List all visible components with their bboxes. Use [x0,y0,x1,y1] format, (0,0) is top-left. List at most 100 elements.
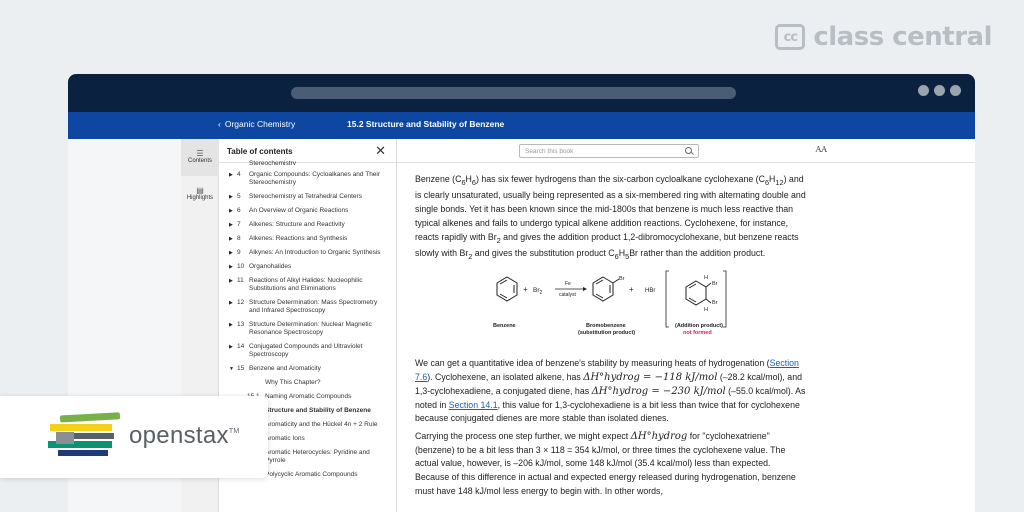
openstax-wordmark: openstaxTM [129,422,240,449]
reader-toolbar: Search this book AA [397,139,975,163]
chapter-number: 13 [237,321,245,328]
section-title: Aromatic Heterocycles: Pyridine and Pyrr… [265,449,370,464]
toc-chapter-item[interactable]: ▶ 7 Alkenes: Structure and Reactivity [229,221,396,229]
catalyst-top: Fe [565,281,571,287]
search-icon[interactable] [685,147,692,154]
chapter-number: 6 [237,207,241,214]
chevron-left-icon: ‹ [218,119,221,129]
toc-chapter-item[interactable]: ▶ 13 Structure Determination: Nuclear Magn… [229,321,396,337]
reagent-label: Br2 [533,287,543,296]
substitution-label: (substitution product) [578,330,635,336]
not-formed-label: not formed [683,330,712,336]
hydrogen-label: H [704,275,708,281]
toc-chapter-item[interactable]: ▶ 10 Organohalides [229,263,396,271]
article-body: Benzene (C6H6) has six fewer hydrogens t… [415,173,807,503]
highlights-button[interactable]: ▤ Highlights [181,176,219,213]
caret-down-icon: ▼ [229,366,234,372]
section-number [247,379,265,387]
section-link[interactable]: Section 14.1 [449,400,498,410]
section-title: Aromatic Ions [265,435,305,442]
hydrogen-label: H [704,307,708,313]
section-title: 15.2 Structure and Stability of Benzene [347,119,505,129]
caret-right-icon: ▶ [229,250,233,256]
back-to-book-link[interactable]: ‹ Organic Chemistry [218,119,295,129]
book-navbar: ‹ Organic Chemistry 15.2 Structure and S… [68,112,975,139]
toc-chapter-item[interactable]: ▶ 9 Alkynes: An Introduction to Organic Sy… [229,249,396,257]
class-central-logo: cc class central [775,22,992,52]
chapter-number: 4 [237,171,241,178]
equation: ΔH°hydrog [630,430,688,442]
search-input[interactable]: Search this book [519,144,699,158]
caret-right-icon: ▶ [229,278,233,284]
reader-pane: Search this book AA Benzene (C6H6) has s… [397,139,975,512]
dibromocyclohexane-structure [685,280,712,307]
caret-right-icon: ▶ [229,222,233,228]
caret-right-icon: ▶ [229,300,233,306]
caret-right-icon: ▶ [229,172,233,178]
caret-right-icon: ▶ [229,264,233,270]
toc-chapter-item[interactable]: ▶ 14 Conjugated Compounds and Ultraviolet … [229,343,396,359]
toc-chapter-item[interactable]: ▶ 6 An Overview of Organic Reactions [229,207,396,215]
equation: ΔH°hydrog = −118 kJ/mol [583,372,718,384]
paragraph: We can get a quantitative idea of benzen… [415,358,806,424]
plus-sign: + [629,285,634,294]
bromobenzene-label: Bromobenzene [586,323,626,329]
chapter-number: 11 [237,277,244,284]
chapter-title: Organic Compounds: Cycloalkanes and Thei… [249,171,381,186]
section-title: Aromaticity and the Hückel 4n + 2 Rule [265,421,378,428]
paragraph: Carrying the process one step further, w… [415,430,796,496]
class-central-wordmark: class central [813,22,992,52]
highlights-icon: ▤ [196,186,204,195]
section-title: Naming Aromatic Compounds [265,393,352,400]
section-title: Structure and Stability of Benzene [265,407,371,414]
reaction-figure: + Br2 Fe catalyst Br + HBr H H Br Br Ben… [415,269,807,349]
browser-titlebar [68,74,975,112]
list-icon: ☰ [196,149,204,158]
window-controls [918,85,961,96]
plus-sign: + [523,285,528,294]
toc-chapter-item[interactable]: ▼ 15 Benzene and Aromaticity [229,365,396,373]
caret-right-icon: ▶ [229,236,233,242]
font-size-button[interactable]: AA [815,145,827,154]
toc-section-item[interactable]: Why This Chapter? [229,379,396,387]
chapter-number: 7 [237,221,241,228]
caret-right-icon: ▶ [229,322,233,328]
chapter-title: Benzene and Aromaticity [249,365,321,372]
equation: ΔH°hydrog = −230 kJ/mol [591,385,726,397]
toc-chapter-item[interactable]: ▶ 5 Stereochemistry at Tetrahedral Centers [229,193,396,201]
class-central-mark: cc [775,24,806,50]
highlights-label: Highlights [186,195,214,201]
window-control-dot-icon[interactable] [918,85,929,96]
chapter-title: Alkenes: Reactions and Synthesis [249,235,348,242]
chapter-number: 14 [237,343,245,350]
toc-item[interactable]: Stereochemistry [229,160,396,165]
chapter-title: An Overview of Organic Reactions [249,207,349,214]
chapter-title: Structure Determination: Nuclear Magneti… [249,321,372,336]
contents-label: Contents [187,158,212,164]
toc-chapter-item[interactable]: ▶ 11 Reactions of Alkyl Halides: Nucleophi… [229,277,396,293]
addition-product-label: (Addition product) [675,323,723,329]
bromine-label: Br [712,300,718,306]
close-icon[interactable]: ✕ [375,143,386,159]
window-control-dot-icon[interactable] [934,85,945,96]
chapter-title: Reactions of Alkyl Halides: Nucleophilic… [249,277,363,292]
chapter-number: 12 [237,299,245,306]
paragraph: Benzene (C6H6) has six fewer hydrogens t… [415,174,806,261]
openstax-logo-card: openstaxTM [0,396,268,478]
contents-button[interactable]: ☰ Contents [181,139,219,176]
section-title: Why This Chapter? [265,379,321,386]
bromine-label: Br [619,276,625,282]
toc-chapter-item[interactable]: ▶ 4 Organic Compounds: Cycloalkanes and Th… [229,171,396,187]
caret-right-icon: ▶ [229,344,233,350]
address-bar[interactable] [291,87,736,99]
chapter-title: Stereochemistry at Tetrahedral Centers [249,193,362,200]
catalyst-bottom: catalyst [559,292,577,298]
search-placeholder: Search this book [525,148,574,155]
bromine-label: Br [712,281,718,287]
window-control-dot-icon[interactable] [950,85,961,96]
toc-chapter-item[interactable]: ▶ 8 Alkenes: Reactions and Synthesis [229,235,396,243]
toc-chapter-item[interactable]: ▶ 12 Structure Determination: Mass Spectro… [229,299,396,315]
book-title: Organic Chemistry [224,119,296,129]
benzene-structure [496,276,518,303]
chapter-number: 10 [237,263,245,270]
